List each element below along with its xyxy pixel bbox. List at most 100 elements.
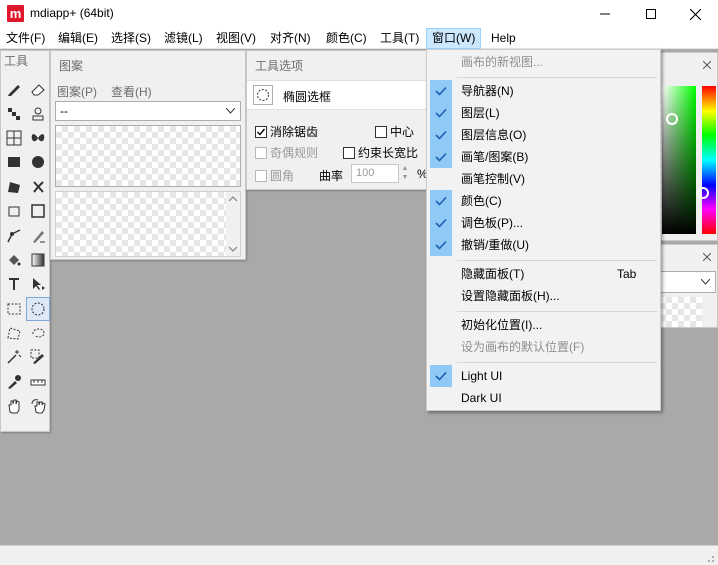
menu-help[interactable]: Help: [486, 28, 521, 49]
menu-item-dark-ui[interactable]: Dark UI: [427, 387, 660, 409]
rect-outline-tool-icon[interactable]: [2, 199, 26, 223]
menu-item-set-hidden-panels[interactable]: 设置隐藏面板(H)...: [427, 285, 660, 307]
select-pen-tool-icon[interactable]: [26, 345, 50, 369]
rect-fill-tool-icon[interactable]: [2, 150, 26, 174]
menu-item-layer-info[interactable]: 图层信息(O): [427, 124, 660, 146]
pencil-tool-icon[interactable]: [2, 77, 26, 101]
hand-tool-icon[interactable]: [2, 394, 26, 418]
current-tool-row: 椭圆选框: [247, 80, 431, 110]
check-icon: [430, 234, 452, 256]
menu-view[interactable]: 视图(V): [211, 28, 261, 49]
menu-edit[interactable]: 编辑(E): [53, 28, 103, 49]
butterfly-tool-icon[interactable]: [26, 126, 50, 150]
resize-grip-icon[interactable]: [703, 551, 715, 563]
color-picker-marker[interactable]: [666, 113, 678, 125]
checkbox-icon: [255, 169, 267, 182]
bucket-tool-icon[interactable]: [2, 248, 26, 272]
ruler-tool-icon[interactable]: [26, 370, 50, 394]
tool-grid: [2, 77, 50, 418]
color-picker-area[interactable]: [662, 86, 696, 234]
pen-tool-icon[interactable]: [2, 223, 26, 247]
maximize-button[interactable]: [628, 0, 674, 28]
menu-item-reset-position[interactable]: 初始化位置(I)...: [427, 314, 660, 336]
close-button[interactable]: [672, 0, 718, 28]
menu-item-light-ui[interactable]: Light UI: [427, 365, 660, 387]
eraser-tool-icon[interactable]: [26, 77, 50, 101]
lasso-fill-tool-icon[interactable]: [26, 175, 50, 199]
menu-align[interactable]: 对齐(N): [265, 28, 316, 49]
hue-slider-marker[interactable]: [697, 187, 709, 199]
ellipse-fill-tool-icon[interactable]: [26, 150, 50, 174]
close-icon[interactable]: [703, 253, 711, 261]
polygon-select-tool-icon[interactable]: [2, 321, 26, 345]
text-tool-icon[interactable]: [2, 272, 26, 296]
check-icon: [430, 212, 452, 234]
menu-item-default-position[interactable]: 设为画布的默认位置(F): [427, 336, 660, 358]
evenodd-checkbox[interactable]: 奇偶规则: [255, 144, 318, 161]
rotate-hand-tool-icon[interactable]: [26, 394, 50, 418]
app-logo-icon: m: [7, 5, 24, 22]
menu-item-hide-panels[interactable]: 隐藏面板(T) Tab: [427, 263, 660, 285]
round-label: 圆角: [270, 169, 295, 183]
pattern-view-menu[interactable]: 查看(H): [111, 83, 152, 100]
menu-item-new-canvas-view[interactable]: 画布的新视图...: [427, 51, 660, 73]
gradient-tool-icon[interactable]: [26, 248, 50, 272]
check-icon: [430, 146, 452, 168]
menu-filter[interactable]: 滤镜(L): [159, 28, 208, 49]
round-checkbox[interactable]: 圆角: [255, 167, 294, 184]
curvature-stepper[interactable]: ▲ ▼: [399, 164, 411, 183]
close-icon[interactable]: [703, 61, 711, 69]
lasso-select-tool-icon[interactable]: [26, 321, 50, 345]
menu-separator: [457, 260, 657, 261]
magic-wand-tool-icon[interactable]: [2, 345, 26, 369]
menu-separator: [457, 362, 657, 363]
curvature-input[interactable]: 100: [351, 164, 399, 183]
menu-item-palette[interactable]: 调色板(P)...: [427, 212, 660, 234]
check-icon: [430, 190, 452, 212]
brush-tool-icon[interactable]: [26, 223, 50, 247]
pattern-panel-title: 图案: [59, 59, 84, 73]
chevron-down-icon: [226, 108, 235, 114]
constrain-checkbox[interactable]: 约束长宽比: [343, 144, 418, 161]
menu-select[interactable]: 选择(S): [106, 28, 156, 49]
pattern-list[interactable]: [55, 191, 241, 257]
menu-item-navigator[interactable]: 导航器(N): [427, 80, 660, 102]
minimize-button[interactable]: [582, 0, 628, 28]
pattern-preview: [55, 125, 241, 187]
rect-tool-icon[interactable]: [26, 199, 50, 223]
scroll-up-icon[interactable]: [226, 194, 240, 204]
dot-pen-tool-icon[interactable]: [2, 101, 26, 125]
ellipse-select-tool-icon[interactable]: [26, 296, 50, 321]
menu-shortcut: Tab: [617, 267, 637, 281]
menu-item-brush-pattern[interactable]: 画笔/图案(B): [427, 146, 660, 168]
menu-file[interactable]: 文件(F): [1, 28, 50, 49]
pattern-list-scrollbar[interactable]: [226, 192, 240, 256]
menu-item-brush-control[interactable]: 画笔控制(V): [427, 168, 660, 190]
rect-select-tool-icon[interactable]: [2, 297, 26, 321]
menu-item-undo-redo[interactable]: 撤销/重做(U): [427, 234, 660, 256]
polygon-fill-tool-icon[interactable]: [2, 175, 26, 199]
menu-item-color[interactable]: 颜色(C): [427, 190, 660, 212]
menu-tools[interactable]: 工具(T): [375, 28, 424, 49]
stamp-tool-icon[interactable]: [26, 101, 50, 125]
palette-select[interactable]: [660, 271, 716, 293]
move-tool-icon[interactable]: [26, 272, 50, 296]
check-icon: [430, 102, 452, 124]
menu-color[interactable]: 颜色(C): [321, 28, 372, 49]
pattern-select[interactable]: --: [55, 101, 241, 121]
status-bar: [0, 545, 718, 565]
checkbox-icon: [343, 146, 355, 159]
palette-scrollbar[interactable]: [703, 295, 717, 327]
current-tool-name: 椭圆选框: [283, 90, 332, 104]
center-checkbox[interactable]: 中心: [375, 123, 414, 140]
menu-item-layers[interactable]: 图层(L): [427, 102, 660, 124]
pattern-menu[interactable]: 图案(P): [57, 83, 97, 100]
hue-slider[interactable]: [702, 86, 716, 234]
menu-window[interactable]: 窗口(W): [426, 28, 482, 49]
scroll-down-icon[interactable]: [226, 244, 240, 254]
antialias-checkbox[interactable]: 消除锯齿: [255, 123, 318, 140]
checkbox-icon: [375, 125, 387, 138]
eyedropper-tool-icon[interactable]: [2, 370, 26, 394]
grid-tool-icon[interactable]: [2, 126, 26, 150]
window-title: mdiapp+ (64bit): [30, 6, 114, 20]
